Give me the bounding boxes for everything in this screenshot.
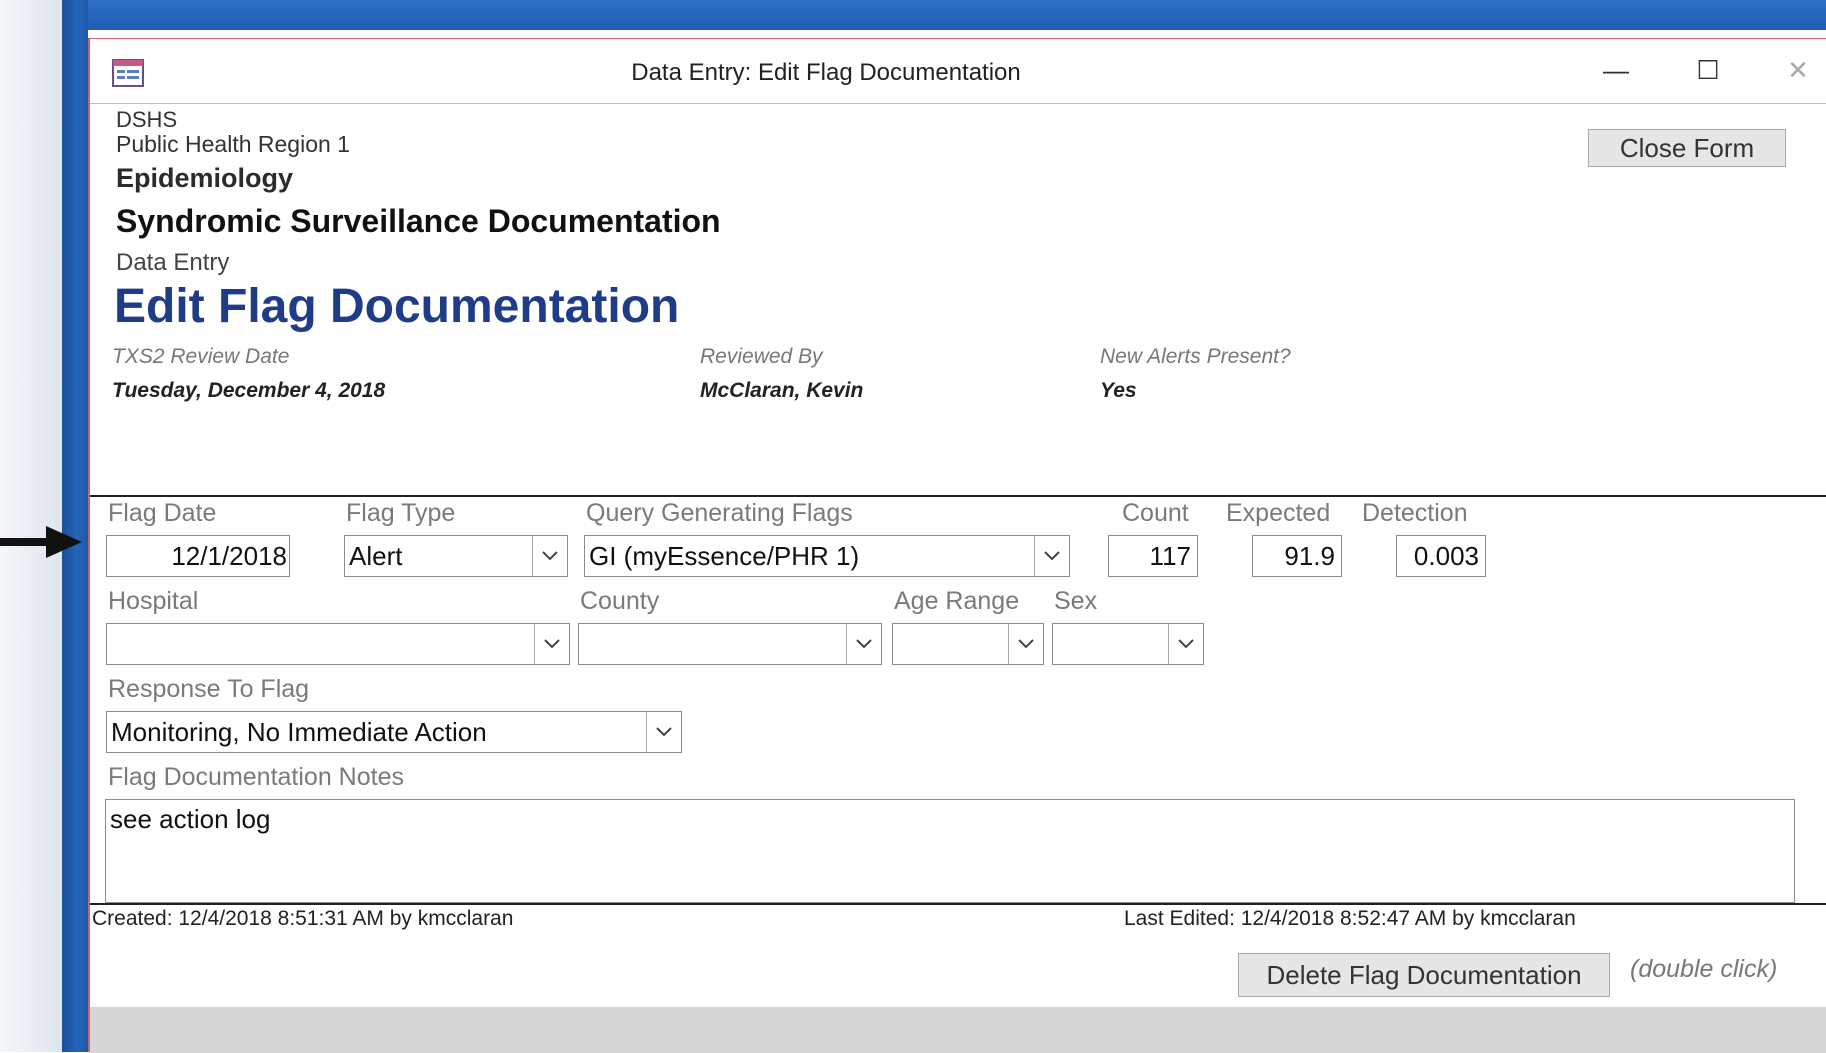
department-name: Epidemiology bbox=[116, 163, 294, 193]
notes-label: Flag Documentation Notes bbox=[108, 763, 404, 791]
review-date-label: TXS2 Review Date bbox=[112, 345, 290, 368]
org-name: DSHS bbox=[116, 107, 178, 132]
count-label: Count bbox=[1122, 499, 1189, 527]
title-bar: Data Entry: Edit Flag Documentation — ☐ … bbox=[90, 39, 1826, 104]
count-input[interactable]: 117 bbox=[1108, 535, 1198, 577]
chevron-down-icon[interactable] bbox=[1008, 624, 1043, 664]
system-title: Syndromic Surveillance Documentation bbox=[116, 203, 721, 239]
new-alerts-label: New Alerts Present? bbox=[1100, 345, 1291, 368]
double-click-hint: (double click) bbox=[1630, 955, 1778, 983]
new-alerts-value: Yes bbox=[1100, 379, 1137, 402]
section-divider bbox=[90, 495, 1826, 497]
sex-select[interactable] bbox=[1052, 623, 1204, 665]
response-label: Response To Flag bbox=[108, 675, 310, 703]
page-title: Edit Flag Documentation bbox=[114, 280, 680, 333]
flag-type-select[interactable]: Alert bbox=[344, 535, 568, 577]
county-select[interactable] bbox=[578, 623, 882, 665]
minimize-button[interactable]: — bbox=[1596, 55, 1636, 91]
flag-date-input[interactable]: 12/1/2018 bbox=[106, 535, 290, 577]
chevron-down-icon[interactable] bbox=[846, 624, 881, 664]
record-pointer-arrow-icon bbox=[0, 526, 82, 558]
response-select[interactable]: Monitoring, No Immediate Action bbox=[106, 711, 682, 753]
chevron-down-icon[interactable] bbox=[534, 624, 569, 664]
query-label: Query Generating Flags bbox=[586, 499, 853, 527]
region-name: Public Health Region 1 bbox=[116, 131, 350, 157]
detection-input[interactable]: 0.003 bbox=[1396, 535, 1486, 577]
form-window: Data Entry: Edit Flag Documentation — ☐ … bbox=[88, 38, 1826, 1053]
detection-label: Detection bbox=[1362, 499, 1468, 527]
review-date-value: Tuesday, December 4, 2018 bbox=[112, 379, 386, 402]
last-edited-info: Last Edited: 12/4/2018 8:52:47 AM by kmc… bbox=[1124, 907, 1576, 930]
flag-type-label: Flag Type bbox=[346, 499, 456, 527]
query-select[interactable]: GI (myEssence/PHR 1) bbox=[584, 535, 1070, 577]
chevron-down-icon[interactable] bbox=[1034, 536, 1069, 576]
maximize-button[interactable]: ☐ bbox=[1688, 55, 1728, 91]
delete-flag-button[interactable]: Delete Flag Documentation bbox=[1238, 953, 1610, 997]
county-label: County bbox=[580, 587, 660, 615]
hospital-label: Hospital bbox=[108, 587, 199, 615]
chevron-down-icon[interactable] bbox=[646, 712, 681, 752]
chevron-down-icon[interactable] bbox=[1168, 624, 1203, 664]
section-label: Data Entry bbox=[116, 249, 230, 276]
chevron-down-icon[interactable] bbox=[532, 536, 567, 576]
window-title: Data Entry: Edit Flag Documentation bbox=[631, 59, 1021, 86]
expected-input[interactable]: 91.9 bbox=[1252, 535, 1342, 577]
age-range-label: Age Range bbox=[894, 587, 1020, 615]
hospital-select[interactable] bbox=[106, 623, 570, 665]
close-window-button[interactable]: ✕ bbox=[1778, 55, 1818, 91]
reviewed-by-label: Reviewed By bbox=[700, 345, 823, 368]
window-frame-top bbox=[62, 0, 1826, 30]
notes-textarea[interactable]: see action log bbox=[105, 799, 1795, 903]
sex-label: Sex bbox=[1054, 587, 1098, 615]
expected-label: Expected bbox=[1226, 499, 1331, 527]
status-bar bbox=[90, 1007, 1826, 1053]
created-info: Created: 12/4/2018 8:51:31 AM by kmcclar… bbox=[92, 907, 514, 930]
age-range-select[interactable] bbox=[892, 623, 1044, 665]
close-form-button[interactable]: Close Form bbox=[1588, 129, 1786, 167]
reviewed-by-value: McClaran, Kevin bbox=[700, 379, 864, 402]
flag-date-label: Flag Date bbox=[108, 499, 217, 527]
footer-divider bbox=[90, 903, 1826, 905]
